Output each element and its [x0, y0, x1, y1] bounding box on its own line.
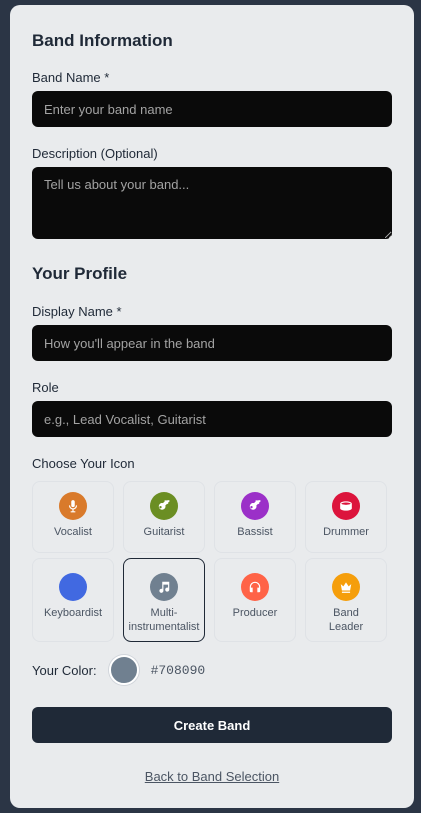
role-label: Role: [32, 380, 59, 395]
band-name-input[interactable]: [32, 91, 392, 127]
band-info-heading: Band Information: [32, 31, 173, 50]
keyboard-icon: [59, 573, 87, 601]
icon-option-multi-instrumentalist[interactable]: Multi- instrumentalist: [123, 558, 205, 642]
create-band-button[interactable]: Create Band: [32, 707, 392, 743]
icon-option-label: Multi- instrumentalist: [128, 607, 200, 633]
display-name-label: Display Name *: [32, 304, 122, 319]
band-name-label: Band Name *: [32, 70, 110, 85]
microphone-icon: [59, 492, 87, 520]
icon-option-label: Drummer: [323, 526, 369, 538]
role-input[interactable]: [32, 401, 392, 437]
create-band-form: Band Information Band Name * Description…: [10, 5, 414, 808]
icon-option-label: Guitarist: [143, 526, 185, 538]
color-row: Your Color: #708090: [32, 655, 205, 685]
icon-option-vocalist[interactable]: Vocalist: [32, 481, 114, 553]
icon-option-bassist[interactable]: Bassist: [214, 481, 296, 553]
icon-option-producer[interactable]: Producer: [214, 558, 296, 642]
icon-option-band-leader[interactable]: Band Leader: [305, 558, 387, 642]
icon-option-label: Bassist: [237, 526, 273, 538]
icon-option-label: Vocalist: [54, 526, 92, 538]
profile-heading: Your Profile: [32, 264, 128, 283]
music-note-icon: [150, 573, 178, 601]
color-hex-value: #708090: [150, 662, 206, 678]
icon-option-label: Producer: [232, 607, 278, 619]
icon-option-keyboardist[interactable]: Keyboardist: [32, 558, 114, 642]
color-label: Your Color:: [32, 662, 97, 678]
icon-picker-label: Choose Your Icon: [32, 456, 135, 471]
drum-icon: [332, 492, 360, 520]
color-swatch[interactable]: [108, 655, 139, 685]
icon-option-drummer[interactable]: Drummer: [305, 481, 387, 553]
description-input[interactable]: [32, 167, 392, 239]
bass-guitar-icon: [241, 492, 269, 520]
icon-option-label: Keyboardist: [43, 607, 103, 619]
display-name-input[interactable]: [32, 325, 392, 361]
headphones-icon: [241, 573, 269, 601]
crown-icon: [332, 573, 360, 601]
back-to-band-selection-link[interactable]: Back to Band Selection: [10, 769, 414, 784]
guitar-icon: [150, 492, 178, 520]
description-label: Description (Optional): [32, 146, 158, 161]
icon-option-guitarist[interactable]: Guitarist: [123, 481, 205, 553]
icon-option-label: Band Leader: [328, 607, 364, 633]
